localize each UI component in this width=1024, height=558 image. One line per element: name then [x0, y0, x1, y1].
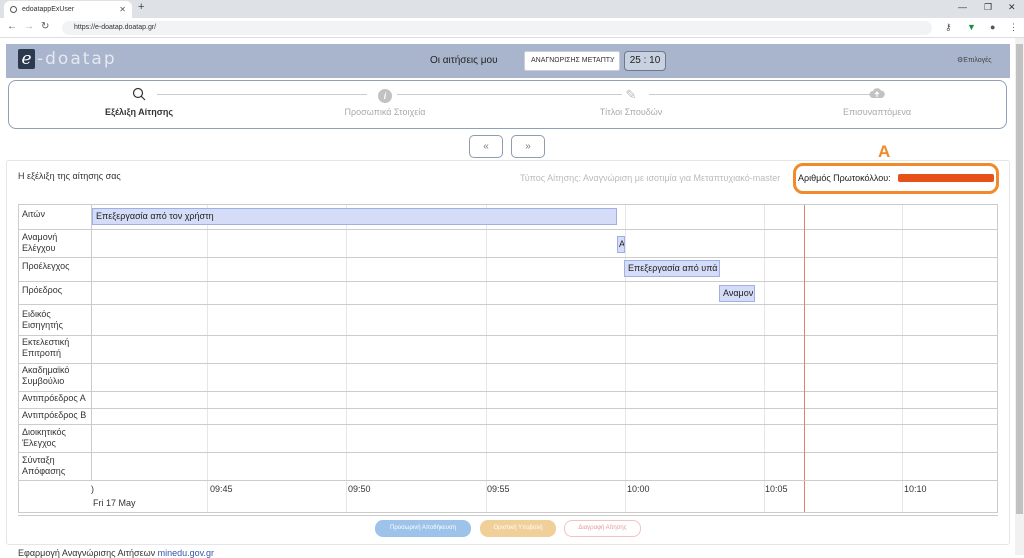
row-divider	[19, 229, 997, 230]
favicon-icon	[10, 6, 17, 13]
chevron-down-icon: ⌄	[608, 57, 614, 64]
logo-e-icon: e	[18, 49, 35, 69]
row-divider	[19, 408, 997, 409]
row-divider	[19, 391, 997, 392]
row-label: Αναμονή Ελέγχου	[22, 232, 58, 253]
step-label: Εξέλιξη Αίτησης	[104, 107, 174, 117]
row-label: Ακαδημαϊκό Συμβούλιο	[22, 365, 70, 386]
row-label: Ειδικός Εισηγητής	[22, 309, 63, 330]
search-icon	[49, 87, 229, 103]
next-button[interactable]: »	[511, 135, 545, 158]
step-label: Προσωπικά Στοιχεία	[344, 107, 426, 117]
footer-note: Εφαρμογή Αναγνώρισης Αιτήσεων minedu.gov…	[18, 548, 214, 558]
footer-link[interactable]: minedu.gov.gr	[158, 548, 214, 558]
new-tab-icon[interactable]: +	[138, 1, 144, 13]
tab-close-icon[interactable]: ✕	[119, 1, 126, 18]
tab-title: edoatappExUser	[22, 6, 75, 13]
info-icon: i	[295, 87, 475, 103]
profile-icon[interactable]: ●	[990, 22, 995, 32]
close-window-icon[interactable]: ✕	[1008, 2, 1016, 13]
timeline-bar[interactable]: Επεξεργασία από τον χρήστη	[92, 208, 617, 225]
current-time-line	[804, 205, 805, 512]
forward-icon[interactable]: →	[24, 21, 34, 32]
step-degrees[interactable]: ✎ Τίτλοι Σπουδών	[541, 87, 721, 117]
step-personal-details[interactable]: i Προσωπικά Στοιχεία	[295, 87, 475, 117]
temp-save-button[interactable]: Προσωρινή Αποθήκευση	[375, 520, 471, 537]
page-scrollbar[interactable]	[1015, 38, 1024, 555]
row-divider	[19, 363, 997, 364]
time-tick-label: 10:00	[627, 484, 650, 494]
application-type: Τύπος Αίτησης: Αναγνώριση με ισοτιμία γι…	[520, 173, 781, 183]
row-label: Διοικητικός Έλεγχος	[22, 427, 66, 448]
logo-text: -doatap	[37, 49, 117, 69]
pencil-icon: ✎	[625, 87, 637, 102]
logo[interactable]: e -doatap	[18, 49, 117, 69]
row-divider	[19, 424, 997, 425]
options-label: Επιλογές	[963, 57, 992, 64]
minimize-icon[interactable]: —	[958, 2, 967, 12]
app-header: e -doatap Οι αιτήσεις μου ΑΝΑΓΝΩΡΙΣΗΣ ΜΕ…	[6, 44, 1010, 78]
time-tick-label: 09:55	[487, 484, 510, 494]
row-divider	[19, 257, 997, 258]
row-divider	[19, 281, 997, 282]
step-label: Τίτλοι Σπουδών	[599, 107, 663, 117]
wizard-steps: Εξέλιξη Αίτησης i Προσωπικά Στοιχεία ✎ Τ…	[8, 80, 1007, 129]
timeline-date: Fri 17 May	[93, 498, 136, 508]
back-icon[interactable]: ←	[7, 21, 17, 32]
browser-tab[interactable]: edoatappExUser ✕	[4, 1, 132, 18]
session-timer: 25 : 10	[624, 51, 666, 71]
menu-icon[interactable]: ⋮	[1009, 22, 1018, 33]
application-select[interactable]: ΑΝΑΓΝΩΡΙΣΗΣ ΜΕΤΑΠΤΥ ⌄	[524, 51, 620, 71]
footer-text: Εφαρμογή Αναγνώρισης Αιτήσεων	[18, 548, 156, 558]
row-label: Εκτελεστική Επιτροπή	[22, 337, 70, 358]
row-divider	[19, 304, 997, 305]
timeline-bar[interactable]: Αναμον	[719, 285, 755, 302]
step-application-progress[interactable]: Εξέλιξη Αίτησης	[49, 87, 229, 117]
row-label: Σύνταξη Απόφασης	[22, 455, 66, 476]
row-label: Προέλεγχος	[22, 261, 70, 271]
final-submit-button[interactable]: Οριστική Υποβολή	[480, 520, 556, 537]
address-bar-row: ← → ↻ https://e-doatap.doatap.gr/ ⚷ ▼ ● …	[0, 18, 1024, 38]
scrollbar-thumb[interactable]	[1016, 44, 1023, 514]
grid-line	[764, 205, 765, 512]
panel-title: Η εξέλιξη της αίτησης σας	[18, 171, 121, 181]
annotation-letter: A	[878, 142, 891, 161]
maximize-icon[interactable]: ❐	[984, 2, 992, 13]
prev-button[interactable]: «	[469, 135, 503, 158]
step-attachments[interactable]: Επισυναπτόμενα	[787, 87, 967, 117]
row-label: Αντιπρόεδρος Α	[22, 393, 86, 403]
reload-icon[interactable]: ↻	[41, 21, 49, 32]
row-label: Αντιπρόεδρος Β	[22, 410, 87, 420]
annotation-box	[793, 163, 999, 194]
time-tick-label: 10:05	[765, 484, 788, 494]
grid-line	[207, 205, 208, 512]
time-tick-label: 09:45	[210, 484, 233, 494]
timeline-bar[interactable]: Α	[617, 236, 625, 253]
cloud-upload-icon	[787, 87, 967, 103]
row-label: Αιτών	[22, 209, 45, 219]
actions-divider	[18, 515, 998, 516]
grid-line	[346, 205, 347, 512]
row-label: Πρόεδρος	[22, 285, 63, 295]
application-select-value: ΑΝΑΓΝΩΡΙΣΗΣ ΜΕΤΑΠΤΥ	[531, 57, 615, 64]
time-tick-label: 10:10	[904, 484, 927, 494]
timeline-chart: Αιτών Αναμονή Ελέγχου Προέλεγχος Πρόεδρο…	[18, 204, 998, 513]
grid-line	[625, 205, 626, 512]
my-applications-label: Οι αιτήσεις μου	[430, 55, 498, 66]
options-link[interactable]: ⚙Επιλογές	[957, 56, 992, 64]
row-divider	[19, 335, 997, 336]
grid-line	[902, 205, 903, 512]
url-field[interactable]: https://e-doatap.doatap.gr/	[62, 21, 932, 35]
time-tick-label: )	[91, 484, 94, 494]
timeline-bar[interactable]: Επεξεργασία από υπά	[624, 260, 720, 277]
grid-line	[486, 205, 487, 512]
delete-application-button[interactable]: Διαγραφή Αίτησης	[564, 520, 641, 537]
axis-divider	[19, 480, 997, 481]
row-divider	[19, 452, 997, 453]
key-icon[interactable]: ⚷	[945, 22, 952, 33]
step-label: Επισυναπτόμενα	[842, 107, 912, 117]
extension-icon[interactable]: ▼	[967, 22, 976, 32]
browser-tab-bar: edoatappExUser ✕ + — ❐ ✕	[0, 0, 1024, 18]
time-tick-label: 09:50	[348, 484, 371, 494]
